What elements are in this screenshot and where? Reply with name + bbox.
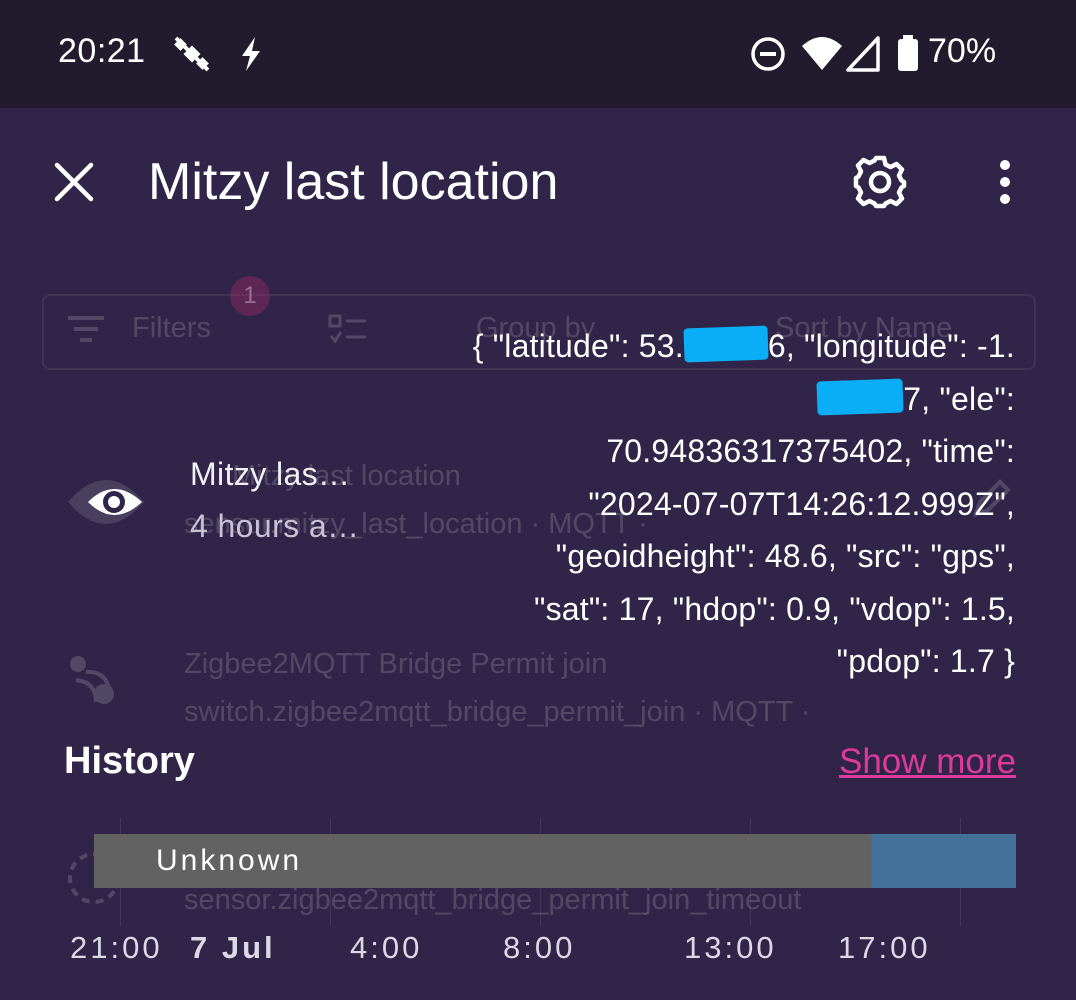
do-not-disturb-icon bbox=[750, 34, 788, 79]
redaction-mark bbox=[816, 378, 904, 415]
axis-tick: 17:00 bbox=[838, 930, 931, 965]
state-line: -1. bbox=[977, 328, 1015, 364]
battery-icon bbox=[896, 34, 920, 79]
entity-name: Mitzy las… bbox=[190, 456, 351, 492]
background-row3-sub: sensor.zigbee2mqtt_bridge_permit_join_ti… bbox=[184, 884, 802, 916]
timeline-axis: 21:00 7 Jul 4:00 8:00 13:00 17:00 bbox=[0, 930, 1076, 970]
history-timeline[interactable]: Unknown bbox=[94, 834, 1016, 888]
history-heading: History bbox=[64, 740, 195, 782]
axis-tick: 21:00 bbox=[70, 930, 163, 965]
eye-icon bbox=[66, 462, 146, 547]
battery-percent: 70% bbox=[928, 32, 997, 70]
axis-tick: 7 Jul bbox=[190, 930, 276, 965]
timeline-segment-label: Unknown bbox=[156, 844, 303, 877]
state-line: { "latitude": 53. bbox=[472, 328, 684, 364]
redaction-mark bbox=[683, 325, 769, 363]
show-more-link[interactable]: Show more bbox=[839, 742, 1016, 782]
state-line: "sat": 17, "hdop": 0.9, "vdop": 1.5, bbox=[534, 590, 1015, 627]
settings-button[interactable] bbox=[852, 154, 908, 215]
axis-tick: 13:00 bbox=[684, 930, 777, 965]
zigbee-icon bbox=[66, 652, 122, 713]
state-line: "pdop": 1.7 } bbox=[836, 643, 1015, 679]
axis-tick: 8:00 bbox=[503, 930, 576, 965]
dialog-title: Mitzy last location bbox=[148, 153, 559, 211]
wifi-icon bbox=[800, 34, 844, 79]
flash-icon bbox=[236, 34, 266, 79]
overflow-menu-button[interactable] bbox=[994, 158, 1016, 211]
background-row2-sub: switch.zigbee2mqtt_bridge_permit_join · … bbox=[184, 696, 811, 728]
state-line: "2024-07-07T14:26:12.999Z", bbox=[588, 485, 1015, 522]
group-icon bbox=[328, 314, 368, 351]
entity-state-value: { "latitude": 53. 6, "longitude": -1. 7, "… bbox=[420, 320, 1015, 688]
gear-icon bbox=[853, 155, 907, 209]
background-filter-badge: 1 bbox=[230, 276, 270, 316]
state-line: "geoidheight": 48.6, "src": "gps", bbox=[555, 538, 1015, 574]
background-filter-label: Filters bbox=[132, 312, 211, 344]
state-line: 7, "ele": bbox=[903, 380, 1015, 417]
satellite-off-icon bbox=[172, 34, 212, 79]
status-bar: 20:21 70% bbox=[0, 0, 1076, 108]
signal-icon bbox=[846, 34, 882, 79]
entity-last-changed: 4 hours a… bbox=[190, 508, 360, 544]
timeline-segment-known[interactable] bbox=[871, 834, 1016, 888]
more-vert-icon bbox=[1000, 160, 1010, 204]
status-time: 20:21 bbox=[58, 32, 146, 70]
axis-tick: 4:00 bbox=[350, 930, 423, 965]
filter-icon bbox=[68, 314, 104, 349]
state-line: 6, "longitude": bbox=[767, 328, 968, 364]
close-icon bbox=[54, 162, 94, 202]
state-line: 70.94836317375402, "time": bbox=[606, 433, 1015, 469]
close-button[interactable] bbox=[52, 160, 96, 209]
